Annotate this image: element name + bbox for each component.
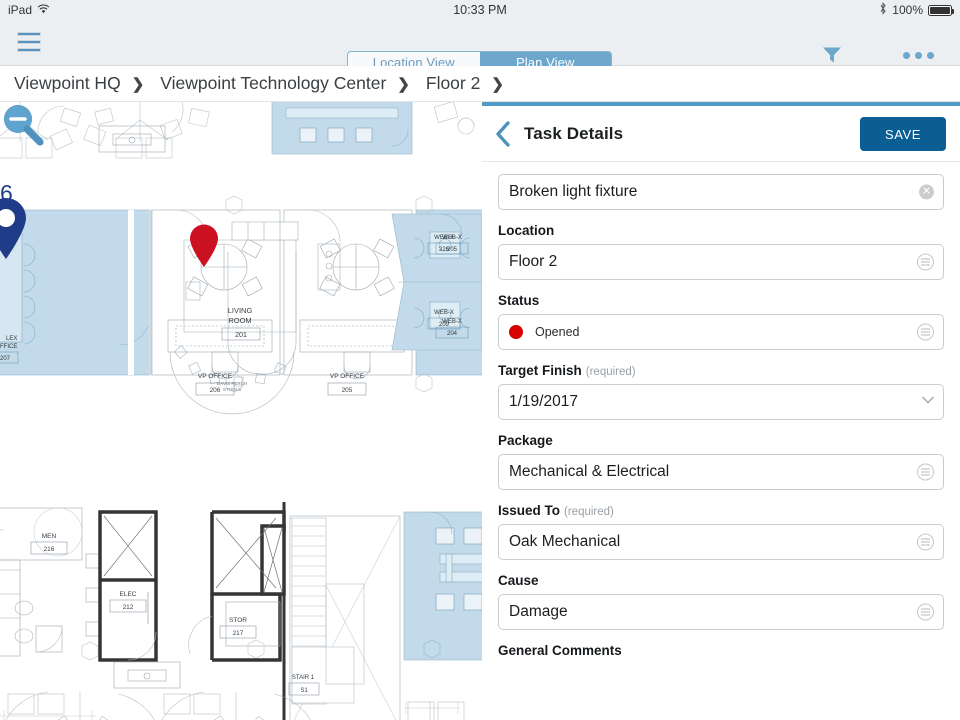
ellipsis-icon xyxy=(902,46,934,64)
issued-to-label: Issued To (required) xyxy=(498,503,944,518)
cause-label: Cause xyxy=(498,573,539,588)
breadcrumb-separator: ❯ xyxy=(397,75,410,93)
location-value: Floor 2 xyxy=(509,253,558,270)
list-picker-icon[interactable] xyxy=(917,463,934,481)
field-status: Status Opened xyxy=(498,293,944,350)
target-finish-label-text: Target Finish xyxy=(498,363,582,378)
status-input[interactable]: Opened xyxy=(498,314,944,350)
svg-text:FFICE: FFICE xyxy=(0,344,17,350)
breadcrumb-item-0[interactable]: Viewpoint HQ xyxy=(14,73,121,94)
svg-text:VP OFFICE: VP OFFICE xyxy=(198,373,233,380)
target-finish-value: 1/19/2017 xyxy=(509,393,578,410)
status-bar-right: 100% xyxy=(879,2,954,18)
save-button[interactable]: SAVE xyxy=(860,117,946,151)
battery-percent-label: 100% xyxy=(892,3,923,17)
location-label: Location xyxy=(498,223,555,238)
svg-text:STOOLS: STOOLS xyxy=(223,387,241,392)
svg-text:204: 204 xyxy=(447,331,458,337)
status-value: Opened xyxy=(535,325,580,339)
breadcrumb-item-1[interactable]: Viewpoint Technology Center xyxy=(160,73,386,94)
status-label: Status xyxy=(498,293,540,308)
breadcrumb: Viewpoint HQ ❯ Viewpoint Technology Cent… xyxy=(0,66,960,102)
package-value: Mechanical & Electrical xyxy=(509,463,670,480)
field-target-finish: Target Finish (required) 1/19/2017 xyxy=(498,363,944,420)
status-badge-dot xyxy=(509,325,523,339)
breadcrumb-item-2[interactable]: Floor 2 xyxy=(426,73,480,94)
svg-text:212: 212 xyxy=(123,604,134,611)
status-bar-clock: 10:33 PM xyxy=(453,3,507,17)
map-pin-cluster-count: 6 xyxy=(0,180,13,206)
issued-to-input[interactable]: Oak Mechanical xyxy=(498,524,944,560)
location-input[interactable]: Floor 2 xyxy=(498,244,944,280)
svg-text:STAIR 1: STAIR 1 xyxy=(292,675,315,681)
bluetooth-icon xyxy=(879,2,887,18)
svg-text:216: 216 xyxy=(44,546,55,553)
map-pin-selected[interactable] xyxy=(189,224,219,268)
issued-to-required-tag: (required) xyxy=(564,506,614,518)
svg-text:205: 205 xyxy=(447,247,458,253)
app-root: iPad 10:33 PM 100% Location View Plan Vi… xyxy=(0,0,960,720)
list-picker-icon[interactable] xyxy=(917,603,934,621)
field-subject: Broken light fixture ✕ xyxy=(498,174,944,210)
field-cause: Cause Damage xyxy=(498,573,944,630)
svg-text:WEB-X: WEB-X xyxy=(442,235,462,241)
svg-text:217: 217 xyxy=(233,630,244,637)
hamburger-menu-icon[interactable] xyxy=(17,30,41,54)
floor-plan-canvas[interactable]: VP OFFICE 206 VP OFFICE 205 LIVING ROOM … xyxy=(0,102,482,720)
svg-text:ELEC: ELEC xyxy=(120,591,137,598)
task-details-panel: Task Details SAVE Broken light fixture ✕… xyxy=(482,102,960,720)
next-field-label-partial: General Comments xyxy=(498,643,622,658)
package-label: Package xyxy=(498,433,553,448)
subject-value: Broken light fixture xyxy=(509,183,638,200)
svg-text:LEX: LEX xyxy=(6,336,17,342)
target-finish-label: Target Finish (required) xyxy=(498,363,944,378)
cause-value: Damage xyxy=(509,603,568,620)
zoom-out-magnifier-icon[interactable] xyxy=(0,102,44,146)
list-picker-icon[interactable] xyxy=(917,323,934,341)
svg-text:206: 206 xyxy=(210,387,221,394)
battery-icon xyxy=(928,4,954,16)
page-title: Task Details xyxy=(524,123,624,143)
floor-plan-drawing: VP OFFICE 206 VP OFFICE 205 LIVING ROOM … xyxy=(0,102,482,720)
clear-icon[interactable]: ✕ xyxy=(919,184,934,200)
svg-text:205: 205 xyxy=(342,387,353,394)
svg-text:DAVIS PERCH: DAVIS PERCH xyxy=(217,381,247,386)
list-picker-icon[interactable] xyxy=(917,253,934,271)
svg-text:LIVING: LIVING xyxy=(228,306,253,315)
breadcrumb-separator: ❯ xyxy=(491,75,504,93)
funnel-icon xyxy=(822,46,842,64)
svg-text:MEN: MEN xyxy=(42,533,57,540)
target-finish-input[interactable]: 1/19/2017 xyxy=(498,384,944,420)
task-form: Broken light fixture ✕ Location Floor 2 … xyxy=(482,162,960,658)
issued-to-value: Oak Mechanical xyxy=(509,533,621,550)
list-picker-icon[interactable] xyxy=(917,533,934,551)
target-finish-required-tag: (required) xyxy=(585,366,636,378)
ios-status-bar: iPad 10:33 PM 100% xyxy=(0,0,960,20)
package-input[interactable]: Mechanical & Electrical xyxy=(498,454,944,490)
svg-text:WEB-X: WEB-X xyxy=(442,319,462,325)
svg-text:ROOM: ROOM xyxy=(228,316,251,325)
app-toolbar: Location View Plan View Filter Action Pa… xyxy=(0,20,960,78)
back-chevron-icon[interactable] xyxy=(482,106,524,162)
field-issued-to: Issued To (required) Oak Mechanical xyxy=(498,503,944,560)
field-package: Package Mechanical & Electrical xyxy=(498,433,944,490)
svg-text:201: 201 xyxy=(235,332,247,339)
field-location: Location Floor 2 xyxy=(498,223,944,280)
subject-input[interactable]: Broken light fixture ✕ xyxy=(498,174,944,210)
chevron-down-icon[interactable] xyxy=(922,393,934,411)
svg-text:207: 207 xyxy=(0,356,11,362)
task-details-header: Task Details SAVE xyxy=(482,106,960,162)
cause-input[interactable]: Damage xyxy=(498,594,944,630)
breadcrumb-separator: ❯ xyxy=(131,75,145,93)
svg-text:VP OFFICE: VP OFFICE xyxy=(330,373,365,380)
svg-text:STOR: STOR xyxy=(229,617,247,624)
issued-to-label-text: Issued To xyxy=(498,503,561,518)
svg-text:S1: S1 xyxy=(300,688,308,694)
